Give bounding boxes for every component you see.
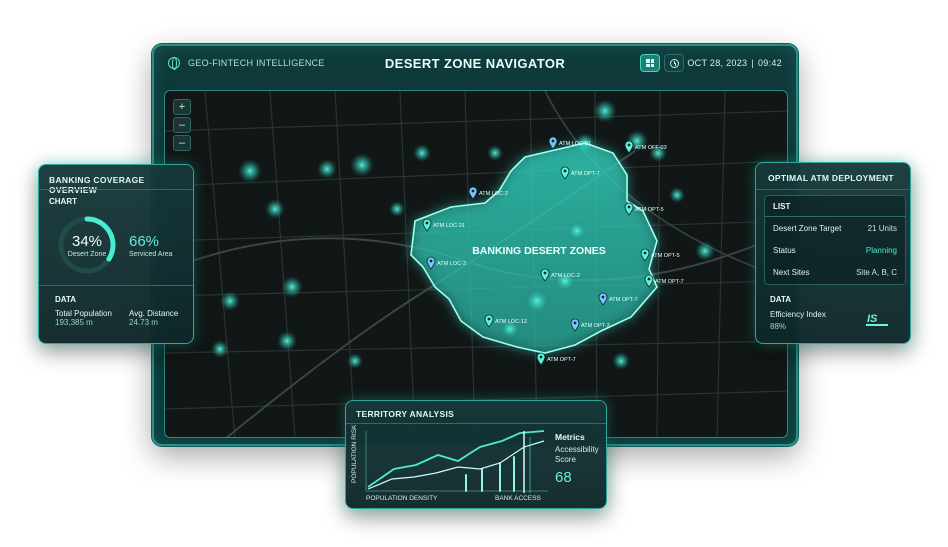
divider (765, 216, 905, 217)
atm-marker-label: ATM OPT-5 (635, 207, 664, 213)
divider (39, 189, 193, 190)
atm-marker-label: ATM OPT-3 (581, 323, 610, 329)
zoom-controls: + – – (173, 99, 191, 151)
atm-marker-label: ATM LOC-2 (479, 191, 508, 197)
logo-text: IS (867, 313, 878, 325)
atm-marker[interactable]: ATM OPT-7 (536, 352, 576, 366)
territory-chart (365, 430, 548, 493)
date-text: OCT 28, 2023 (687, 58, 748, 68)
atm-marker-label: ATM OPT-7 (609, 297, 638, 303)
serviced-percent: 66% (129, 233, 160, 250)
data-section-title: DATA (55, 295, 77, 304)
atm-marker-label: ATM LOC-21 (433, 223, 465, 229)
coverage-title: BANKING COVERAGE OVERVIEW (49, 175, 145, 195)
row-label: Status (773, 246, 796, 255)
clock-button[interactable] (664, 54, 684, 72)
atm-marker-label: ATM OPT-7 (547, 357, 576, 363)
map-pin-icon (548, 136, 558, 150)
chart-section-title: CHART (49, 197, 77, 206)
atm-marker-label: ATM LOC-3 (437, 261, 466, 267)
atm-list: LIST Desert Zone Target 21 Units Status … (764, 195, 906, 285)
coverage-card: BANKING COVERAGE OVERVIEW CHART 34% Dese… (38, 164, 194, 344)
accessibility-score: 68 (555, 469, 572, 486)
territory-card: TERRITORY ANALYSIS POPULATION RISK POPUL… (345, 400, 607, 509)
desert-zone-label: Desert Zone (67, 251, 107, 258)
datetime: OCT 28, 2023 | 09:42 (687, 58, 782, 68)
qr-grid-icon (646, 59, 654, 67)
divider (756, 189, 910, 190)
efficiency-label: Efficiency Index (770, 310, 826, 319)
population-label: Total Population (55, 309, 112, 318)
map-canvas[interactable]: BANKING DESERT ZONES ATM LOC-51 ATM OFF-0… (165, 91, 788, 438)
zoom-separator: – (173, 117, 191, 133)
atm-marker-label: ATM OFF-03 (635, 145, 667, 151)
map-pin-icon (468, 186, 478, 200)
data-section-title: DATA (770, 295, 792, 304)
atm-deployment-card: OPTIMAL ATM DEPLOYMENT LIST Desert Zone … (755, 162, 911, 344)
territory-title: TERRITORY ANALYSIS (356, 409, 455, 419)
atm-title: OPTIMAL ATM DEPLOYMENT (768, 173, 894, 183)
distance-stat: Avg. Distance 24.73 m (129, 309, 178, 327)
brand-logo: IS (866, 313, 888, 326)
time-text: 09:42 (757, 58, 782, 68)
distance-label: Avg. Distance (129, 309, 179, 318)
atm-marker-label: ATM OPT-5 (651, 253, 680, 259)
dashboard-window: GEO-FINTECH INTELLIGENCE DESERT ZONE NAV… (152, 44, 798, 446)
qr-grid-button[interactable] (640, 54, 660, 72)
map-view[interactable]: BANKING DESERT ZONES ATM LOC-51 ATM OFF-0… (164, 90, 788, 438)
zoom-in-button[interactable]: + (173, 99, 191, 115)
distance-value: 24.73 m (129, 318, 158, 327)
row-label: Desert Zone Target (773, 224, 842, 233)
map-pin-icon (624, 140, 634, 154)
list-row: Status Planning (773, 246, 897, 255)
y-axis-label: POPULATION RISK (351, 424, 358, 483)
atm-marker-label: ATM OPT-7 (571, 171, 600, 177)
series-line-2 (367, 440, 545, 490)
divider (39, 285, 193, 286)
row-value: 21 Units (867, 224, 897, 233)
population-stat: Total Population 193,385 m (55, 309, 112, 327)
bar-marks (465, 456, 515, 492)
atm-marker-label: ATM LOC-2 (551, 273, 580, 279)
x-axis-label-2: BANK ACCESS (495, 495, 541, 502)
top-bar: GEO-FINTECH INTELLIGENCE DESERT ZONE NAV… (154, 46, 796, 82)
serviced-label: Serviced Area (129, 251, 173, 258)
atm-marker-label: ATM LOC-51 (559, 141, 591, 147)
zone-label: BANKING DESERT ZONES (472, 245, 606, 257)
divider (346, 423, 606, 424)
map-pin-icon (536, 352, 546, 366)
metrics-title: Metrics (555, 432, 585, 442)
efficiency-value: 88% (770, 322, 787, 331)
datetime-separator: | (751, 58, 754, 68)
list-section-title: LIST (773, 202, 791, 211)
zoom-out-button[interactable]: – (173, 135, 191, 151)
clock-icon (669, 58, 679, 68)
list-row: Desert Zone Target 21 Units (773, 224, 897, 233)
desert-zone-percent: 34% (71, 233, 103, 250)
row-label: Next Sites (773, 268, 810, 277)
row-value: Site A, B, C (856, 268, 897, 277)
status-badge: Planning (865, 246, 897, 255)
list-row: Next Sites Site A, B, C (773, 268, 897, 277)
atm-marker-label: ATM LOC-12 (495, 319, 527, 325)
population-value: 193,385 m (55, 318, 93, 327)
x-axis-label-1: POPULATION DENSITY (366, 495, 438, 502)
atm-marker-label: ATM OPT-7 (655, 279, 684, 285)
accessibility-label: Accessibility Score (555, 445, 599, 464)
